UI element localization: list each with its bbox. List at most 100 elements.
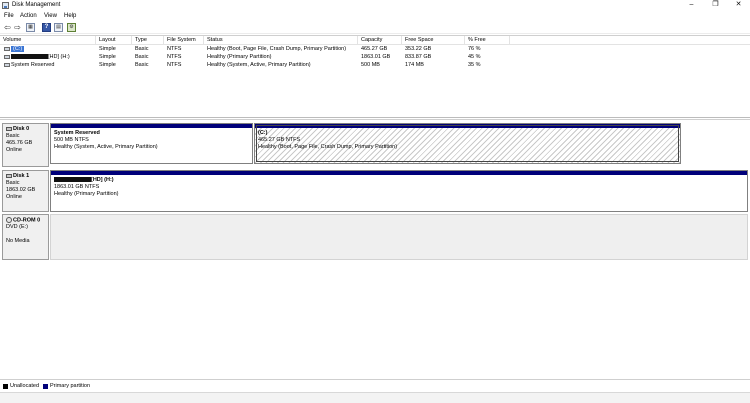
percent-free-cell: 45 % (468, 54, 481, 60)
capacity-cell: 465.27 GB (361, 46, 388, 52)
volume-icon (4, 46, 10, 51)
partition-c[interactable]: (C:) 465.27 GB NTFS Healthy (Boot, Page … (254, 123, 681, 164)
partition-status: Healthy (System, Active, Primary Partiti… (54, 144, 158, 150)
toolbar: ⇦ ⇨ ▦ ? ▤ ⚙ (0, 21, 750, 34)
refresh-icon[interactable]: ▤ (54, 23, 63, 32)
disk-type: Basic (6, 133, 20, 139)
cdrom-empty-area (50, 214, 748, 260)
layout-cell: Simple (99, 54, 116, 60)
disk-0-info[interactable]: Disk 0 Basic 465.76 GB Online (2, 123, 49, 167)
redacted-volume-label (11, 54, 48, 60)
partition-system-reserved[interactable]: System Reserved 500 MB NTFS Healthy (Sys… (50, 123, 253, 164)
layout-cell: Simple (99, 46, 116, 52)
table-row[interactable]: System Reserved Simple Basic NTFS Health… (0, 61, 750, 69)
volume-cell: (C:) (1, 45, 25, 53)
partition-size: 465.27 GB NTFS (258, 137, 301, 143)
primary-partition-swatch (43, 384, 48, 389)
partition-name: (C:) (258, 130, 268, 136)
column-capacity[interactable]: Capacity (358, 36, 402, 45)
disk-1-row: Disk 1 Basic 1863.02 GB Online [HD] (H:)… (0, 170, 750, 212)
disk-graphical-pane: Disk 0 Basic 465.76 GB Online System Res… (0, 119, 750, 379)
volume-list: Volume Layout Type File System Status Ca… (0, 35, 750, 118)
disk-1-info[interactable]: Disk 1 Basic 1863.02 GB Online (2, 170, 49, 212)
percent-free-cell: 35 % (468, 62, 481, 68)
free-space-cell: 353.22 GB (405, 46, 432, 52)
volume-icon (4, 62, 10, 67)
partition-h[interactable]: [HD] (H:) 1863.01 GB NTFS Healthy (Prima… (50, 170, 748, 212)
table-row[interactable]: [HD] (H:) Simple Basic NTFS Healthy (Pri… (0, 53, 750, 61)
volume-icon (4, 54, 10, 59)
disk-0-row: Disk 0 Basic 465.76 GB Online System Res… (0, 123, 750, 168)
partition-name: System Reserved (54, 130, 100, 136)
capacity-cell: 500 MB (361, 62, 380, 68)
menu-file[interactable]: File (4, 13, 14, 19)
disk-type: DVD (E:) (6, 224, 28, 231)
minimize-button[interactable]: – (680, 0, 703, 11)
maximize-button[interactable]: ❐ (704, 0, 727, 11)
volume-name: [HD] (H:) (48, 54, 70, 60)
unallocated-swatch (3, 384, 8, 389)
partition-size: 500 MB NTFS (54, 137, 89, 143)
cd-rom-icon (6, 217, 12, 223)
fs-cell: NTFS (167, 54, 182, 60)
window-title: Disk Management (12, 2, 61, 8)
type-cell: Basic (135, 54, 149, 60)
cdrom-0-row: CD-ROM 0 DVD (E:) No Media (0, 214, 750, 260)
layout-cell: Simple (99, 62, 116, 68)
redacted-volume-label (54, 177, 91, 183)
menu-view[interactable]: View (44, 13, 57, 19)
title-bar: Disk Management – ❐ ✕ (0, 0, 750, 11)
legend-unallocated: Unallocated (10, 383, 40, 389)
column-free-space[interactable]: Free Space (402, 36, 465, 45)
volume-cell: [HD] (H:) (1, 53, 70, 61)
volume-name: (C:) (11, 46, 25, 52)
disk-size: 465.76 GB (6, 140, 33, 146)
column-volume[interactable]: Volume (0, 36, 96, 45)
status-cell: Healthy (Boot, Page File, Crash Dump, Pr… (207, 46, 347, 52)
disk-management-app-icon (2, 2, 9, 9)
type-cell: Basic (135, 62, 149, 68)
free-space-cell: 174 MB (405, 62, 424, 68)
type-cell: Basic (135, 46, 149, 52)
volume-name: System Reserved (11, 62, 55, 68)
partition-status: Healthy (Primary Partition) (54, 191, 119, 197)
volume-list-header: Volume Layout Type File System Status Ca… (0, 36, 750, 45)
cdrom-0-info[interactable]: CD-ROM 0 DVD (E:) No Media (2, 214, 49, 260)
disk-name: CD-ROM 0 (13, 217, 41, 224)
column-type[interactable]: Type (132, 36, 164, 45)
menu-action[interactable]: Action (20, 13, 37, 19)
close-button[interactable]: ✕ (727, 0, 750, 11)
column-percent-free[interactable]: % Free (465, 36, 510, 45)
partition-name: [HD] (H:) (91, 177, 114, 183)
legend: Unallocated Primary partition (0, 379, 750, 392)
column-layout[interactable]: Layout (96, 36, 132, 45)
disk-name: Disk 0 (13, 126, 30, 132)
status-cell: Healthy (System, Active, Primary Partiti… (207, 62, 311, 68)
legend-primary-partition: Primary partition (50, 383, 91, 389)
back-arrow-icon[interactable]: ⇦ (3, 23, 12, 32)
partition-status: Healthy (Boot, Page File, Crash Dump, Pr… (258, 144, 398, 150)
disk-icon (6, 173, 12, 178)
status-cell: Healthy (Primary Partition) (207, 54, 272, 60)
disk-state: Online (6, 194, 22, 200)
column-status[interactable]: Status (204, 36, 358, 45)
disk-size: 1863.02 GB (6, 187, 36, 193)
properties-icon[interactable]: ▦ (26, 23, 35, 32)
menu-bar: File Action View Help (0, 11, 750, 21)
percent-free-cell: 76 % (468, 46, 481, 52)
forward-arrow-icon[interactable]: ⇨ (13, 23, 22, 32)
fs-cell: NTFS (167, 46, 182, 52)
menu-help[interactable]: Help (64, 13, 76, 19)
capacity-cell: 1863.01 GB (361, 54, 391, 60)
disk-icon (6, 126, 12, 131)
disk-state: Online (6, 147, 22, 153)
free-space-cell: 833.87 GB (405, 54, 432, 60)
column-file-system[interactable]: File System (164, 36, 204, 45)
disk-type: Basic (6, 180, 20, 186)
partition-size: 1863.01 GB NTFS (54, 184, 100, 190)
fs-cell: NTFS (167, 62, 182, 68)
table-row[interactable]: (C:) Simple Basic NTFS Healthy (Boot, Pa… (0, 45, 750, 53)
help-icon[interactable]: ? (42, 23, 51, 32)
settings-icon[interactable]: ⚙ (67, 23, 76, 32)
disk-name: Disk 1 (13, 173, 30, 179)
